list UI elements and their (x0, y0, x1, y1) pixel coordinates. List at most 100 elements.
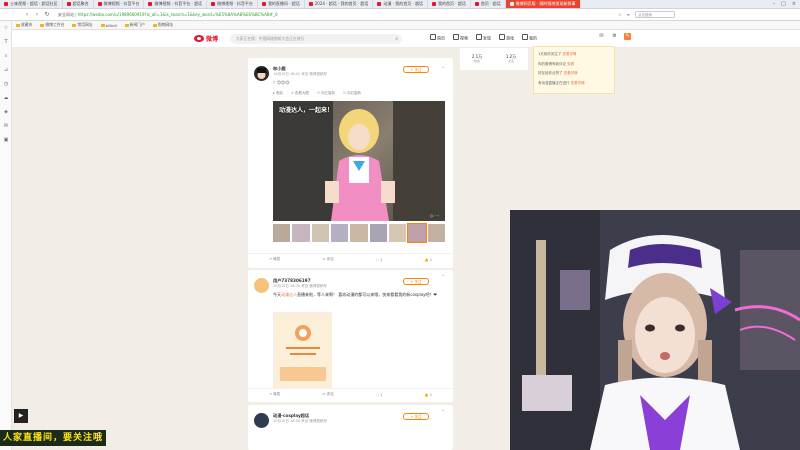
repost-button[interactable]: ↗ 转发 (269, 257, 280, 262)
bookmark-item[interactable]: 购物网站 (153, 22, 173, 28)
thumbnail[interactable] (350, 224, 368, 242)
follow-button[interactable]: + 关注 (403, 66, 429, 73)
refresh-icon[interactable]: ↻ (44, 11, 50, 18)
search-icon[interactable]: ⌕ (0, 49, 12, 63)
browser-search-input[interactable]: 点击搜索 (634, 11, 675, 18)
chevron-down-icon[interactable]: ⌄ (441, 272, 445, 278)
repost-button[interactable]: ↗ 转发 (269, 392, 280, 397)
post-card: 动漫·cosplay超话 10月15日 18:40 来自 微博视频号 + 关注 … (248, 405, 453, 450)
close-icon[interactable]: × (792, 1, 796, 7)
nav-discover[interactable]: 发现 (476, 34, 491, 42)
browser-tab[interactable]: 微博视频 · 抖音平台 (207, 0, 258, 8)
chart-icon[interactable]: ⊿ (0, 63, 12, 77)
maximize-icon[interactable]: □ (781, 1, 786, 7)
thumbnail[interactable] (330, 224, 349, 242)
chevron-down-icon[interactable]: ⌄ (441, 64, 445, 70)
url-text: https://weibo.com/u/1989660919?is_all=1&… (77, 12, 278, 17)
browser-tab[interactable]: 微博视频 · 抖音平台 (94, 0, 145, 8)
poster-graphic (274, 313, 332, 389)
comment-button[interactable]: ▭ 评论 (322, 257, 334, 262)
avatar[interactable] (254, 66, 269, 81)
bookmark-item[interactable]: 常用网址 (72, 22, 92, 28)
star-icon[interactable]: ☆ (618, 12, 622, 17)
thumbnail[interactable] (369, 224, 387, 242)
toolbar-item[interactable]: ⊙ 查看大图 (291, 91, 309, 99)
window-controls: – □ × (773, 1, 800, 7)
compose-icon[interactable]: ✎ (624, 33, 631, 40)
avatar[interactable] (254, 278, 269, 293)
thumbnail[interactable] (311, 224, 329, 242)
url-field[interactable]: 安全网站 | https://weibo.com/u/1989660919?is… (54, 10, 614, 19)
browser-tab-active[interactable]: 微博网页版 · 随时随地发现新鲜事 (505, 0, 581, 8)
notice-item[interactable]: 有动漫直播正在进行 查看详情 (538, 79, 610, 89)
browser-tab[interactable]: 2024 · 超话 · 我的首页 · 超话 (305, 0, 374, 8)
message-icon[interactable]: ✉ (598, 33, 605, 40)
notice-item[interactable]: 好友给你点赞了 查看详情 (538, 69, 610, 79)
bookmark-item[interactable]: 收藏夹 (16, 22, 32, 28)
post-meta: 10月15日 18:41 来自 微博视频号 (273, 72, 327, 76)
browser-tab[interactable]: 首页 · 超话 (471, 0, 506, 8)
weibo-logo[interactable]: 微博 (194, 34, 218, 43)
share-button[interactable]: ◌ 1 (376, 258, 383, 262)
weibo-favicon-icon (308, 2, 313, 6)
toolbar-item[interactable]: ↻ 向右旋转 (343, 91, 361, 99)
share-button[interactable]: ◌ 1 (376, 393, 383, 397)
bookmark-item[interactable]: bilibili (101, 23, 117, 28)
weibo-favicon-icon (4, 2, 8, 6)
translate-icon[interactable]: T (0, 35, 12, 49)
comment-button[interactable]: ▭ 评论 (322, 392, 334, 397)
toolbar-item[interactable]: ▸ 收起 (273, 91, 283, 99)
menu-icon[interactable]: ≡ (627, 12, 630, 17)
like-button[interactable]: 👍 1 (424, 258, 432, 262)
star-icon[interactable]: ☆ (0, 21, 12, 35)
stat-follow[interactable]: 1.2万 关注 (506, 54, 516, 64)
minimize-icon[interactable]: – (773, 1, 776, 7)
history-icon[interactable]: ◷ (0, 77, 12, 91)
stream-overlay-caption: 人家直播间，要关注哦 (0, 430, 107, 446)
thumbnail[interactable] (427, 224, 445, 242)
weibo-navbar: 微博 大家正在搜：中国网络视听大会正在进行 ⌕ 首页 视频 发现 游戏 我的 ✉ … (12, 30, 800, 48)
notice-item[interactable]: 你的微博有新评论 查看 (538, 60, 610, 70)
mail-icon[interactable]: ✉ (0, 119, 12, 133)
thumbnail[interactable] (292, 224, 310, 242)
thumbnail[interactable] (273, 224, 291, 242)
chevron-down-icon[interactable]: ⌄ (441, 407, 445, 413)
post-meta: 10月15日 18:35 来自 微博视频号 (273, 284, 327, 288)
nav-video[interactable]: 视频 (453, 34, 468, 42)
thumbnail[interactable] (388, 224, 407, 242)
nav-game[interactable]: 游戏 (499, 34, 514, 42)
thumbnail-strip (273, 223, 445, 243)
browser-tab[interactable]: 我的首页 · 超话 (428, 0, 471, 8)
shop-icon[interactable]: ▣ (0, 133, 12, 147)
browser-tab[interactable]: 我的直播间 · 超话 (258, 0, 305, 8)
browser-tab[interactable]: 微博视频 · 抖音平台 · 超话 (144, 0, 208, 8)
cloud-icon[interactable]: ☁ (0, 91, 12, 105)
post-text: ！😊😊😊 (273, 80, 290, 85)
nav-me[interactable]: 我的 (522, 34, 537, 42)
follow-button[interactable]: + 关注 (403, 413, 429, 420)
like-button[interactable]: 👍 1 (424, 393, 432, 397)
toolbar-item[interactable]: ↺ 向左旋转 (317, 91, 335, 99)
post-image[interactable]: 动漫达人，一起来！ ▷ ⋯ (273, 101, 445, 221)
thumbnail[interactable] (407, 223, 427, 243)
browser-tab[interactable]: 超话聚合 (63, 0, 94, 8)
search-icon[interactable]: ⌕ (395, 34, 398, 44)
bookmark-item[interactable]: 新闻门户 (125, 22, 145, 28)
avatar[interactable] (254, 413, 269, 428)
follow-button[interactable]: + 关注 (403, 278, 429, 285)
weibo-search-input[interactable]: 大家正在搜：中国网络视听大会正在进行 ⌕ (230, 34, 402, 44)
weibo-top-nav: 首页 视频 发现 游戏 我的 (430, 34, 537, 42)
play-button[interactable]: ▶ (14, 409, 28, 423)
back-icon[interactable]: ‹ (24, 11, 30, 18)
browser-tab[interactable]: 动漫 · 我的首页 · 超话 (373, 0, 429, 8)
settings-icon[interactable]: ⚙ (611, 33, 618, 40)
stat-fans[interactable]: 2.1万 粉丝 (472, 54, 482, 64)
post-image[interactable] (273, 312, 332, 389)
game-icon[interactable]: ◈ (0, 105, 12, 119)
forward-icon[interactable]: › (34, 11, 40, 18)
bookmark-item[interactable]: 微博工作台 (40, 22, 64, 28)
notice-item[interactable]: 1天前你关注了 查看详情 (538, 50, 610, 60)
browser-tab[interactable]: 土味视频 · 超话 · 超话社区 (0, 0, 63, 8)
nav-home[interactable]: 首页 (430, 34, 445, 42)
post-text: 今天动漫达人直播来啦，等人来啊！ 喜欢动漫的都可以来哦，快来看看我的新cospl… (273, 292, 437, 297)
